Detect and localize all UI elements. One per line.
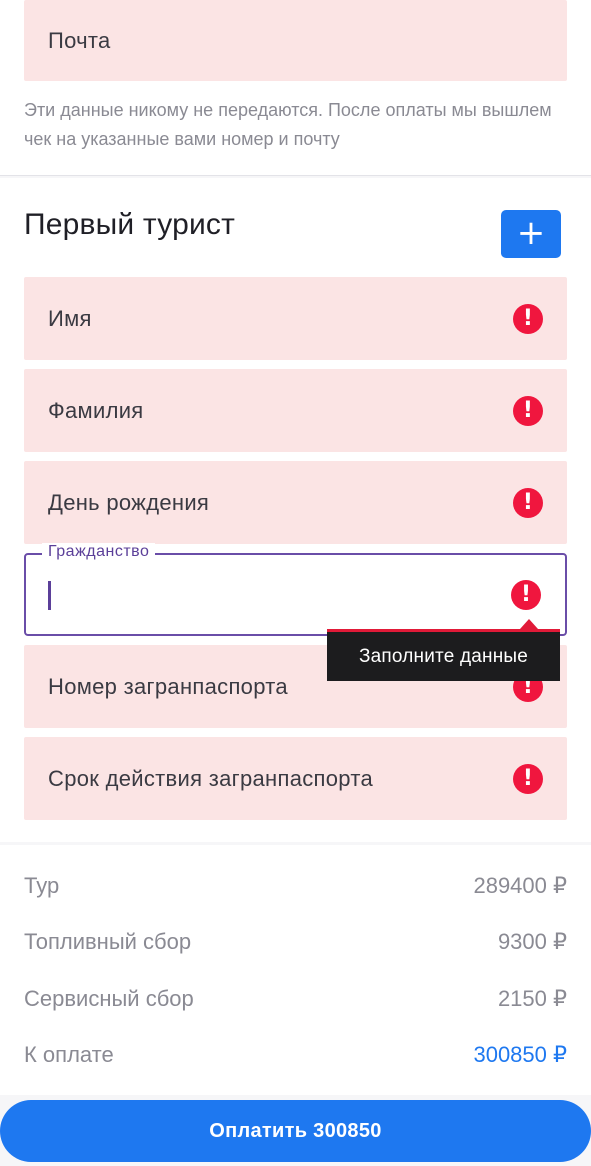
exclamation-circle-icon: ! [513,303,543,334]
first-name-label: Имя [48,305,92,331]
email-field[interactable]: Почта [24,0,567,81]
citizenship-label: Гражданство [42,543,156,561]
privacy-note: Эти данные никому не передаются. После о… [24,100,552,149]
exclamation-circle-icon: ! [513,487,543,518]
passport-expiry-field[interactable]: Срок действия загранпаспорта ! [24,737,567,820]
text-cursor [48,581,51,610]
fuel-fee-value: 9300 ₽ [497,929,567,954]
first-name-field[interactable]: Имя ! [24,277,567,360]
email-field-label: Почта [48,27,111,53]
amount-due-value: 300850 ₽ [473,1042,567,1067]
fuel-fee-row: Топливный сбор 9300 ₽ [24,922,567,962]
citizenship-field[interactable]: Гражданство ! [24,543,567,636]
birthday-field[interactable]: День рождения ! [24,461,567,544]
tour-price-value: 289400 ₽ [473,873,567,898]
last-name-label: Фамилия [48,397,144,423]
fuel-fee-label: Топливный сбор [24,929,192,954]
exclamation-circle-icon: ! [511,579,541,610]
tour-price-row: Тур 289400 ₽ [24,866,567,906]
service-fee-row: Сервисный сбор 2150 ₽ [24,979,567,1019]
exclamation-circle-icon: ! [513,395,543,426]
plus-icon: + [516,213,546,253]
tooltip-arrow [520,619,538,629]
birthday-label: День рождения [48,489,210,515]
exclamation-circle-icon: ! [513,763,543,794]
tour-price-label: Тур [24,873,60,898]
booking-form-page: Почта Эти данные никому не передаются. П… [0,0,591,1166]
amount-due-row: К оплате 300850 ₽ [24,1035,567,1075]
contact-card: Почта Эти данные никому не передаются. П… [0,0,591,176]
last-name-field[interactable]: Фамилия ! [24,369,567,452]
service-fee-value: 2150 ₽ [497,986,567,1011]
passport-expiry-label: Срок действия загранпаспорта [48,765,374,791]
validation-tooltip: Заполните данные [327,629,560,681]
service-fee-label: Сервисный сбор [24,986,194,1011]
passport-number-label: Номер загранпаспорта [48,673,288,699]
amount-due-label: К оплате [24,1042,114,1067]
add-tourist-button[interactable]: + [501,210,561,258]
pay-button[interactable]: Оплатить 300850 [0,1100,591,1162]
tourist-title: Первый турист [24,208,236,241]
